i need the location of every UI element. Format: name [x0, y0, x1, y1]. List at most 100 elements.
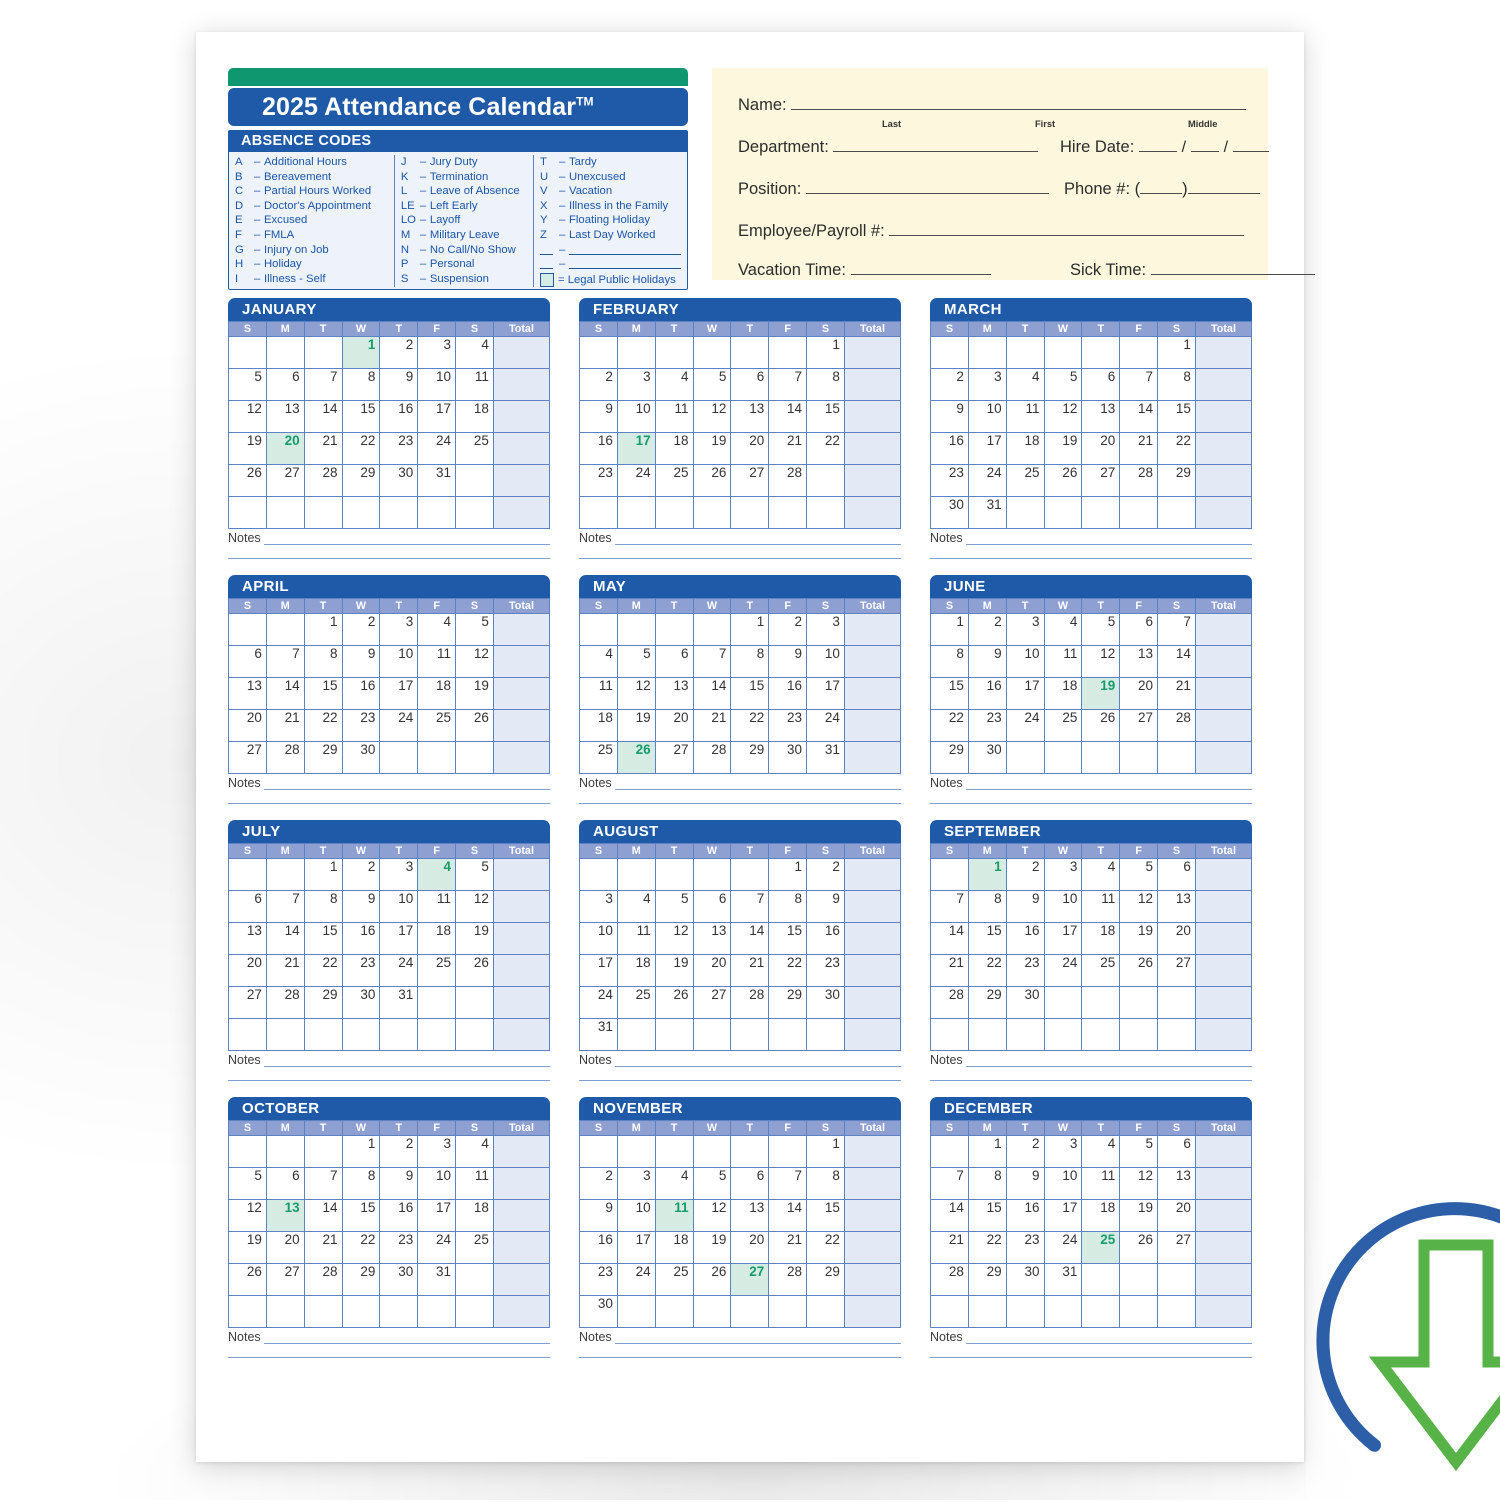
day-cell[interactable]: 27 [228, 741, 267, 774]
total-cell[interactable] [843, 1295, 902, 1328]
day-cell[interactable]: 18 [417, 922, 457, 955]
day-cell[interactable]: 25 [654, 1263, 694, 1296]
day-cell[interactable]: 14 [303, 400, 343, 433]
day-cell[interactable]: 7 [303, 368, 343, 401]
day-cell[interactable]: 5 [654, 890, 694, 923]
day-cell-empty[interactable] [654, 1135, 694, 1168]
day-cell[interactable]: 15 [730, 677, 770, 710]
day-cell[interactable]: 28 [730, 986, 770, 1019]
day-cell[interactable]: 6 [730, 1167, 770, 1200]
day-cell[interactable]: 17 [1005, 677, 1045, 710]
day-cell[interactable]: 9 [341, 890, 381, 923]
total-cell[interactable] [1194, 677, 1253, 710]
notes-input-1[interactable] [965, 778, 1252, 790]
day-cell[interactable]: 26 [1119, 1231, 1159, 1264]
day-cell[interactable]: 10 [417, 368, 457, 401]
notes-line-1[interactable]: Notes [228, 777, 550, 790]
day-cell[interactable]: 1 [930, 613, 969, 646]
day-cell-empty[interactable] [228, 1018, 267, 1051]
day-cell-empty[interactable] [1081, 986, 1121, 1019]
day-cell[interactable]: 5 [455, 613, 494, 646]
day-cell[interactable]: 22 [806, 1231, 845, 1264]
day-cell[interactable]: 28 [768, 1263, 808, 1296]
day-cell[interactable]: 16 [379, 400, 419, 433]
day-cell[interactable]: 3 [379, 613, 419, 646]
day-cell[interactable]: 29 [806, 1263, 845, 1296]
day-cell[interactable]: 21 [730, 954, 770, 987]
day-cell[interactable]: 5 [228, 368, 267, 401]
notes-input-1[interactable] [614, 1055, 901, 1067]
day-cell[interactable]: 25 [455, 1231, 494, 1264]
day-cell[interactable]: 23 [806, 954, 845, 987]
notes-line-1[interactable]: Notes [579, 1331, 901, 1344]
day-cell[interactable]: 4 [616, 890, 656, 923]
day-cell-empty[interactable] [579, 858, 618, 891]
notes-input-1[interactable] [263, 533, 550, 545]
day-cell[interactable]: 20 [730, 432, 770, 465]
total-cell[interactable] [843, 336, 902, 369]
day-cell[interactable]: 7 [303, 1167, 343, 1200]
phone-number-input[interactable] [1187, 178, 1260, 194]
day-cell[interactable]: 10 [417, 1167, 457, 1200]
day-cell[interactable]: 28 [303, 1263, 343, 1296]
total-cell[interactable] [1194, 1018, 1253, 1051]
day-cell[interactable]: 29 [1157, 464, 1196, 497]
total-cell[interactable] [1194, 432, 1253, 465]
day-cell-empty[interactable] [730, 858, 770, 891]
day-cell[interactable]: 28 [930, 1263, 969, 1296]
day-cell[interactable]: 9 [1005, 890, 1045, 923]
day-cell-empty[interactable] [768, 1295, 808, 1328]
total-cell[interactable] [1194, 858, 1253, 891]
day-cell[interactable]: 17 [379, 677, 419, 710]
day-cell[interactable]: 10 [1005, 645, 1045, 678]
total-cell[interactable] [843, 709, 902, 742]
day-cell[interactable]: 9 [341, 645, 381, 678]
day-cell[interactable]: 21 [768, 1231, 808, 1264]
day-cell-empty[interactable] [1119, 1018, 1159, 1051]
day-cell-empty[interactable] [455, 741, 494, 774]
day-cell[interactable]: 19 [455, 677, 494, 710]
day-cell[interactable]: 18 [616, 954, 656, 987]
day-cell[interactable]: 12 [1043, 400, 1083, 433]
notes-input-1[interactable] [263, 1332, 550, 1344]
day-cell[interactable]: 15 [1157, 400, 1196, 433]
day-cell[interactable]: 31 [417, 464, 457, 497]
day-cell[interactable]: 26 [692, 1263, 732, 1296]
day-cell[interactable]: 17 [579, 954, 618, 987]
notes-input-1[interactable] [263, 778, 550, 790]
day-cell-empty[interactable] [265, 336, 305, 369]
day-cell[interactable]: 23 [967, 709, 1007, 742]
day-cell[interactable]: 8 [303, 890, 343, 923]
absence-code-custom-label[interactable] [569, 243, 681, 258]
day-cell[interactable]: 30 [930, 496, 969, 529]
day-cell-empty[interactable] [379, 741, 419, 774]
day-cell[interactable]: 12 [455, 645, 494, 678]
day-cell-empty[interactable] [730, 1295, 770, 1328]
day-cell-empty[interactable] [303, 336, 343, 369]
day-cell-empty[interactable] [228, 1135, 267, 1168]
day-cell[interactable]: 23 [579, 464, 618, 497]
total-cell[interactable] [492, 336, 551, 369]
day-cell[interactable]: 6 [1157, 858, 1196, 891]
total-cell[interactable] [1194, 613, 1253, 646]
day-cell[interactable]: 16 [967, 677, 1007, 710]
day-cell-empty[interactable] [228, 613, 267, 646]
total-cell[interactable] [492, 709, 551, 742]
day-cell-empty[interactable] [265, 1018, 305, 1051]
day-cell-empty[interactable] [1043, 986, 1083, 1019]
notes-line-1[interactable]: Notes [579, 532, 901, 545]
day-cell[interactable]: 11 [455, 368, 494, 401]
day-cell[interactable]: 28 [768, 464, 808, 497]
total-cell[interactable] [843, 986, 902, 1019]
day-cell[interactable]: 16 [379, 1199, 419, 1232]
total-cell[interactable] [1194, 1199, 1253, 1232]
day-cell-empty[interactable] [379, 1018, 419, 1051]
notes-line-1[interactable]: Notes [228, 532, 550, 545]
day-cell-empty[interactable] [579, 336, 618, 369]
day-cell[interactable]: 4 [1081, 858, 1121, 891]
day-cell[interactable]: 30 [967, 741, 1007, 774]
day-cell[interactable]: 14 [768, 1199, 808, 1232]
total-cell[interactable] [1194, 645, 1253, 678]
day-cell-empty[interactable] [1119, 336, 1159, 369]
day-cell-empty[interactable] [1005, 1295, 1045, 1328]
